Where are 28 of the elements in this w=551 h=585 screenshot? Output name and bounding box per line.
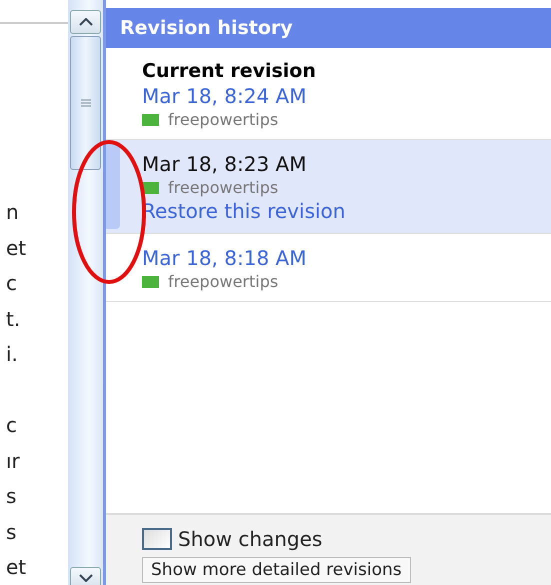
document-text-fragment: c [5,270,18,297]
grip-icon [80,99,90,107]
panel-header: Revision history [106,8,551,48]
document-text-fragment: et [5,554,28,581]
document-text-fragment: c [5,412,18,439]
revision-author: freepowertips [168,178,278,197]
scrollbar-thumb[interactable] [70,36,101,170]
scrollbar[interactable] [68,0,106,585]
revision-date: Mar 18, 8:24 AM [142,84,308,108]
caret-down-icon [78,574,92,582]
revision-author: freepowertips [168,110,278,129]
show-changes-label: Show changes [178,526,322,550]
revision-author: freepowertips [168,272,278,291]
document-text-fragment: t. [5,306,22,332]
document-text-fragment: n [5,199,20,226]
document-text-fragment: et [5,234,28,262]
document-text-fragment: i. [5,341,19,368]
scroll-up-button[interactable] [70,10,101,34]
document-text-fragment: ır [5,448,21,474]
scroll-down-button[interactable] [70,566,101,585]
revision-date: Mar 18, 8:18 AM [142,246,308,270]
revision-heading: Current revision [142,60,317,82]
caret-up-icon [78,18,92,26]
detailed-revisions-button[interactable]: Show more detailed revisions [142,556,411,582]
document-text-fragment: s [5,518,18,546]
document-text-fragment: s [5,483,18,510]
show-changes-checkbox[interactable] [142,528,172,550]
revision-date: Mar 18, 8:23 AM [142,152,308,176]
